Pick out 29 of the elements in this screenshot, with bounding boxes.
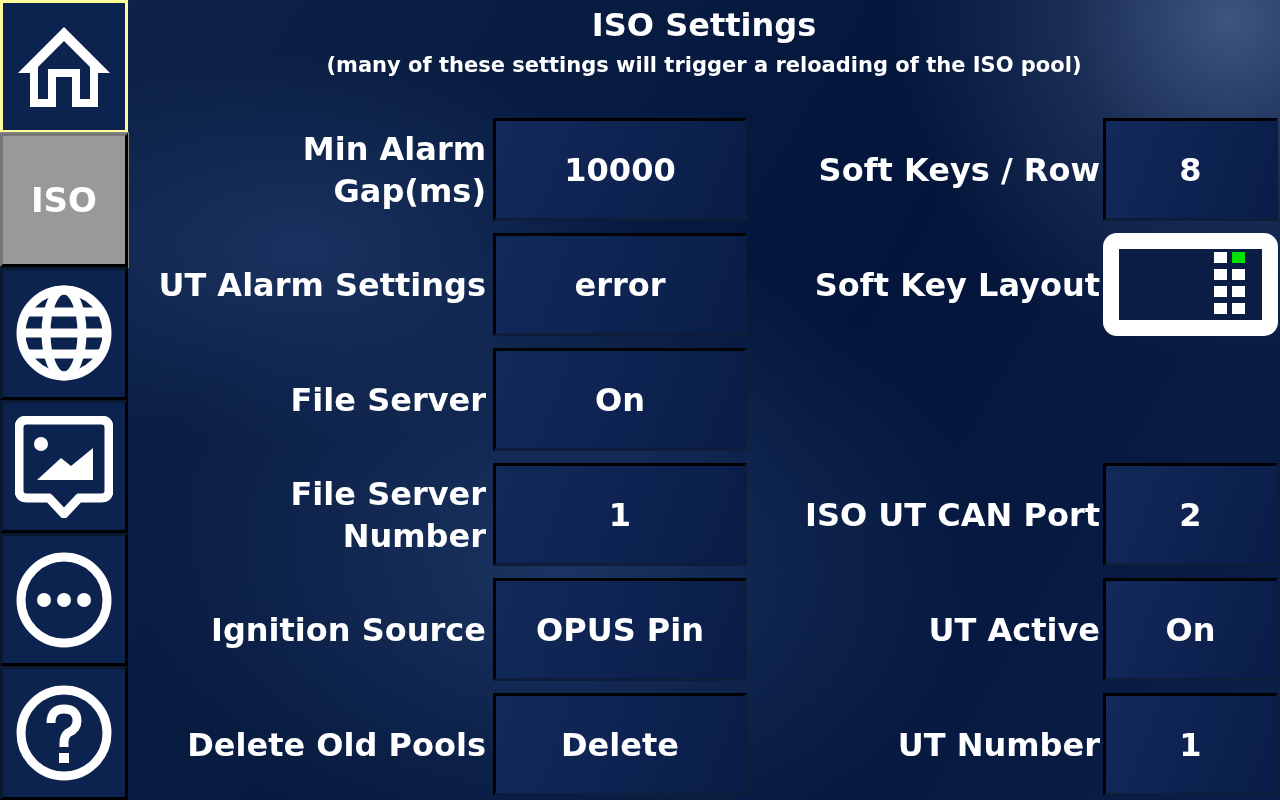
page-subtitle: (many of these settings will trigger a reloading of the ISO pool) bbox=[326, 52, 1082, 79]
setting-label: ISO UT CAN Port bbox=[805, 494, 1101, 536]
value-button[interactable]: On bbox=[493, 348, 747, 451]
setting-label: Soft Key Layout bbox=[814, 264, 1101, 306]
value-button[interactable]: 2 bbox=[1103, 463, 1278, 566]
sidebar-button[interactable] bbox=[0, 533, 128, 667]
setting-label: Delete Old Pools bbox=[187, 724, 487, 766]
value-button[interactable]: error bbox=[493, 233, 747, 336]
sidebar-button[interactable] bbox=[0, 399, 128, 534]
value-button[interactable]: 8 bbox=[1103, 118, 1278, 221]
setting-label: UT Active bbox=[928, 609, 1101, 651]
value-button[interactable]: 1 bbox=[1103, 693, 1278, 796]
image-message-icon bbox=[15, 415, 113, 518]
setting-label: UT Number bbox=[897, 724, 1101, 766]
setting-label: UT Alarm Settings bbox=[158, 264, 487, 306]
sidebar-button[interactable] bbox=[0, 266, 128, 400]
setting-label: Ignition Source bbox=[211, 609, 487, 651]
value-button[interactable]: 1 bbox=[493, 463, 747, 566]
value-button[interactable]: 10000 bbox=[493, 118, 747, 221]
setting-label: Soft Keys / Row bbox=[818, 149, 1101, 191]
value-button[interactable]: OPUS Pin bbox=[493, 578, 747, 681]
value-button[interactable]: On bbox=[1103, 578, 1278, 681]
setting-label: Min Alarm Gap(ms) bbox=[301, 128, 487, 212]
value-button[interactable]: Delete bbox=[493, 693, 747, 796]
soft-key-layout-button[interactable] bbox=[1103, 233, 1278, 336]
setting-label: File Server bbox=[290, 379, 487, 421]
page-title: ISO Settings bbox=[591, 5, 817, 46]
setting-label: File Server Number bbox=[289, 473, 487, 557]
sidebar-button[interactable] bbox=[0, 666, 128, 800]
